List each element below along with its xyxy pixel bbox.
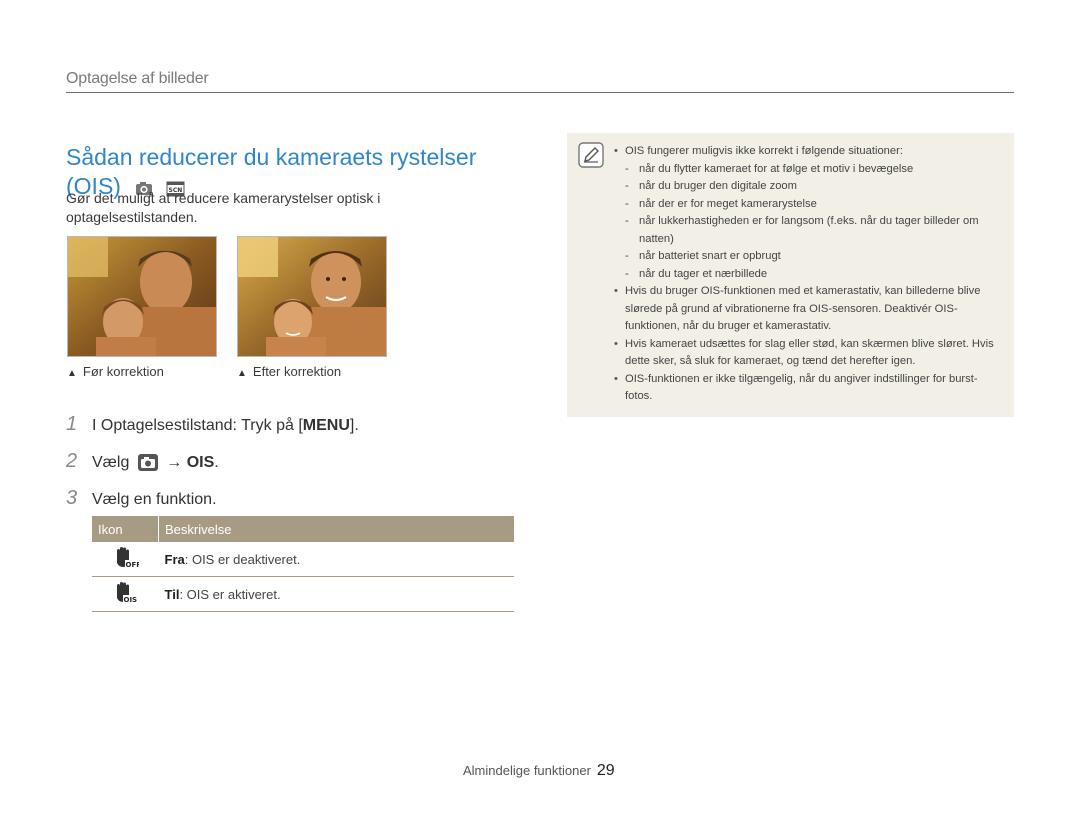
caption-after: ▲ Efter korrektion (237, 364, 341, 379)
note-subitem: når du bruger den digitale zoom (625, 178, 1000, 196)
table-header-row: Ikon Beskrivelse (92, 516, 514, 542)
caption-after-text: Efter korrektion (252, 364, 342, 379)
option-off-text: : OIS er deaktiveret. (184, 551, 301, 567)
note-subitem: når lukkerhastigheden er for langsom (f.… (625, 213, 1000, 248)
note-bullet-text: OIS fungerer muligvis ikke korrekt i føl… (625, 145, 903, 157)
triangle-up-icon: ▲ (67, 368, 77, 379)
step-2: 2 Vælg → OIS. (66, 450, 219, 476)
column-header-icon: Ikon (92, 516, 159, 542)
step-3: 3 Vælg en funktion. (66, 487, 217, 510)
page-number: 29 (596, 762, 615, 779)
header-divider (66, 92, 1014, 93)
triangle-up-icon: ▲ (237, 368, 247, 379)
ois-options-table: Ikon Beskrivelse OFF Fra: OIS er deaktiv… (92, 516, 514, 612)
step-2-end: . (214, 454, 219, 471)
note-bullet: Hvis du bruger OIS-funktionen med et kam… (614, 283, 1000, 336)
option-on-text: : OIS er aktiveret. (179, 586, 281, 602)
note-bullet: OIS fungerer muligvis ikke korrekt i føl… (614, 143, 1000, 284)
note-sublist: når du flytter kameraet for at følge et … (625, 161, 1000, 284)
ois-on-icon: OIS (92, 576, 159, 612)
step-2-text: Vælg (92, 454, 130, 471)
intro-text: Gør det muligt at reducere kamerarystels… (66, 190, 381, 225)
note-bullet: Hvis kameraet udsættes for slag eller st… (614, 336, 1000, 371)
caption-before-text: Før korrektion (82, 364, 164, 379)
page-footer: Almindelige funktioner 29 (463, 762, 615, 780)
column-header-description: Beskrivelse (158, 516, 514, 542)
note-box: OIS fungerer muligvis ikke korrekt i føl… (567, 133, 1014, 417)
camera-settings-icon (137, 454, 158, 476)
ois-off-icon: OFF (92, 542, 159, 577)
note-subitem: når du flytter kameraet for at følge et … (625, 161, 1000, 179)
step-1-text: I Optagelsestilstand: Tryk på [ (92, 417, 303, 434)
step-number: 3 (66, 487, 78, 509)
option-off-description: Fra: OIS er deaktiveret. (158, 542, 514, 577)
svg-text:OIS: OIS (123, 596, 137, 604)
note-subitem: når der er for meget kamerarystelse (625, 196, 1000, 214)
svg-text:OFF: OFF (125, 561, 139, 569)
option-on-name: Til (164, 586, 180, 602)
note-subitem: når du tager et nærbillede (625, 266, 1000, 284)
table-row: OIS Til: OIS er aktiveret. (92, 576, 514, 612)
step-number: 1 (66, 413, 78, 435)
section-title: Optagelse af billeder (66, 70, 209, 87)
note-subitem: når batteriet snart er opbrugt (625, 248, 1000, 266)
note-list: OIS fungerer muligvis ikke korrekt i føl… (614, 143, 1000, 406)
photo-after (237, 236, 387, 357)
footer-section: Almindelige funktioner (463, 763, 591, 778)
note-bullet: OIS-funktionen er ikke tilgængelig, når … (614, 371, 1000, 406)
arrow-right-icon: → (166, 454, 183, 471)
step-number: 2 (66, 450, 78, 472)
caption-before: ▲ Før korrektion (67, 364, 164, 379)
option-off-name: Fra (164, 551, 185, 567)
step-1: 1 I Optagelsestilstand: Tryk på [MENU]. (66, 413, 359, 436)
ois-option: OIS (186, 454, 215, 471)
step-1-end: ]. (349, 417, 359, 434)
photo-before (67, 236, 217, 357)
step-3-text: Vælg en funktion. (92, 491, 217, 508)
menu-key: MENU (302, 417, 350, 434)
note-pencil-icon (578, 142, 604, 175)
option-on-description: Til: OIS er aktiveret. (158, 576, 514, 612)
table-row: OFF Fra: OIS er deaktiveret. (92, 542, 514, 577)
